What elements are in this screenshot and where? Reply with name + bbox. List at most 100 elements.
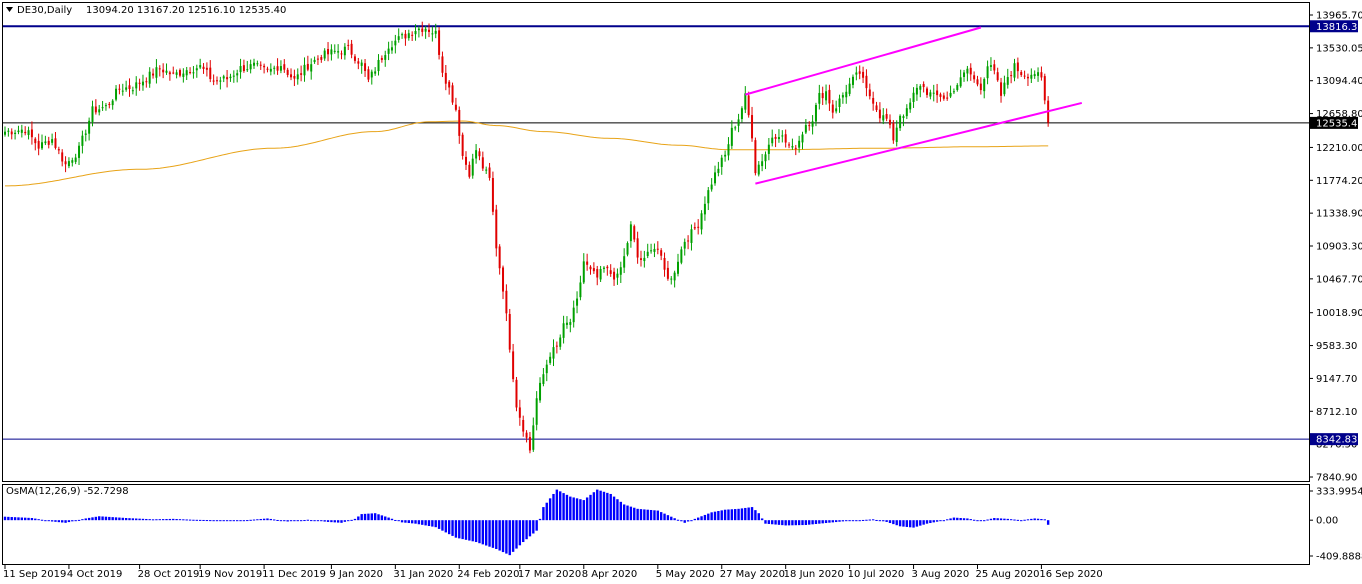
candle-body <box>814 105 817 122</box>
osma-bar <box>232 520 236 522</box>
candle <box>858 65 861 80</box>
osma-bar <box>646 509 649 521</box>
candle-body <box>639 258 642 260</box>
osma-bar <box>559 491 562 521</box>
current-price-label: 12535.40 <box>1310 116 1362 129</box>
candle-body <box>670 278 673 280</box>
osma-bar <box>454 520 458 538</box>
candle <box>720 154 723 175</box>
osma-bar <box>279 520 283 522</box>
candle <box>1000 77 1003 103</box>
osma-bar <box>71 520 74 522</box>
osma-bar <box>505 520 508 554</box>
osma-bar <box>532 520 535 534</box>
candle <box>589 265 592 275</box>
candle <box>374 67 377 76</box>
osma-bar <box>814 520 818 525</box>
candle <box>300 65 303 82</box>
candle <box>232 70 235 83</box>
osma-bar <box>757 513 760 521</box>
candle-body <box>841 95 844 98</box>
candle <box>276 58 279 75</box>
time-tick-label: 19 Nov 2019 <box>198 569 262 580</box>
candle <box>666 260 669 281</box>
candle <box>364 58 367 77</box>
candle <box>946 91 949 101</box>
candle <box>279 60 282 74</box>
osma-bar <box>626 505 629 521</box>
price-tick-label: 11774.20 <box>1316 176 1362 187</box>
osma-bar <box>417 520 421 525</box>
candlestick-series <box>4 21 1050 454</box>
candle-body <box>576 298 579 306</box>
osma-bar <box>40 519 44 521</box>
candle <box>491 171 494 216</box>
osma-bar <box>952 517 956 521</box>
candle <box>131 86 134 95</box>
candle-body <box>539 382 542 401</box>
osma-bar <box>13 517 17 521</box>
candle-body <box>84 133 87 135</box>
osma-bar <box>838 520 841 522</box>
candle-body <box>461 134 464 156</box>
osma-bar <box>34 518 37 521</box>
candle-body <box>932 92 935 94</box>
candle <box>145 77 148 88</box>
resistance-price-label-text: 13816.37 <box>1316 22 1362 33</box>
osma-bar <box>959 517 962 521</box>
candle-body <box>135 82 138 89</box>
candle <box>37 133 40 156</box>
candle-body <box>421 28 424 32</box>
candle <box>841 92 844 104</box>
osma-bar <box>986 519 989 521</box>
candle-body <box>78 145 81 158</box>
candle-body <box>993 64 996 71</box>
osma-bar <box>447 520 451 535</box>
candle-body <box>616 273 619 278</box>
osma-bar <box>495 520 498 550</box>
candle-body <box>771 137 774 144</box>
candle-body <box>347 44 350 46</box>
time-tick-label: 9 Jan 2020 <box>329 569 383 580</box>
osma-bar <box>528 520 532 537</box>
candle <box>902 114 905 127</box>
osma-bar <box>919 520 922 526</box>
candle-body <box>697 226 700 228</box>
osma-bar <box>209 520 212 522</box>
collapse-triangle-icon[interactable] <box>6 7 13 12</box>
osma-bar <box>767 520 771 524</box>
candle-body <box>199 65 202 68</box>
candle <box>569 318 572 333</box>
candle-body <box>663 257 666 270</box>
osma-bar <box>27 517 30 521</box>
candle-body <box>24 131 27 134</box>
candle <box>626 241 629 257</box>
osma-bar <box>474 520 478 543</box>
candle <box>253 58 256 69</box>
osma-bar <box>777 520 781 525</box>
osma-tick-label: 333.9954 <box>1316 487 1362 498</box>
osma-bar <box>747 507 750 521</box>
candle <box>747 91 750 118</box>
candle-body <box>98 109 101 113</box>
candle-body <box>949 92 952 97</box>
candle-body <box>108 103 111 105</box>
osma-bar <box>478 520 481 544</box>
candle <box>111 99 114 110</box>
osma-bar <box>511 520 515 552</box>
candle-body <box>283 64 286 70</box>
moving-average-line <box>5 120 1049 187</box>
candle <box>562 315 565 344</box>
support-price-label-text: 8342.83 <box>1316 435 1357 446</box>
osma-bar <box>121 517 124 521</box>
ohlc-readout: 13094.20 13167.20 12516.10 12535.40 <box>86 5 286 16</box>
channel-upper-line[interactable] <box>745 26 982 96</box>
channel-lower-line[interactable] <box>755 101 1083 185</box>
candle <box>475 144 478 164</box>
osma-bar <box>851 520 855 522</box>
candle <box>239 58 242 79</box>
osma-bar <box>434 520 437 528</box>
osma-bar <box>145 518 148 521</box>
osma-bar <box>754 510 757 521</box>
osma-bar <box>562 493 565 521</box>
